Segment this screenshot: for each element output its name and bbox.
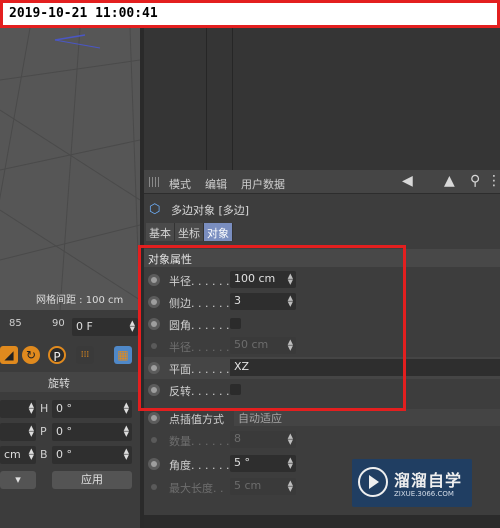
watermark-brand: 溜溜自学: [394, 471, 463, 490]
stepper-icon[interactable]: ▲ ▼: [29, 448, 34, 461]
coord-left-field[interactable]: ▲ ▼: [0, 400, 36, 418]
max-length-value: 5 cm: [234, 479, 262, 492]
rotation-b-value: 0 °: [56, 448, 72, 461]
coord-row-p: ▲ ▼ P 0 ° ▲ ▼: [0, 422, 140, 442]
angle-value: 5 °: [234, 456, 250, 469]
rotation-b-field[interactable]: 0 ° ▲ ▼: [52, 446, 132, 464]
cm-unit: cm: [4, 448, 21, 461]
row-count: 数量. . . . . . 8 ▲ ▼: [144, 429, 500, 451]
chevron-down-icon: ▾: [15, 473, 21, 486]
angle-field[interactable]: 5 ° ▲ ▼: [230, 455, 296, 472]
count-label: 数量. . . . . .: [169, 435, 230, 448]
autokey-icon[interactable]: ↻: [22, 346, 40, 364]
animate-dot-icon: [148, 434, 160, 446]
stepper-icon[interactable]: ▲ ▼: [29, 425, 34, 438]
coords-header: 旋转: [0, 372, 140, 392]
stepper-icon[interactable]: ▲ ▼: [124, 425, 129, 438]
highlight-box: [138, 245, 406, 411]
tick-90: 90: [52, 318, 65, 329]
apply-button[interactable]: 应用: [52, 471, 132, 489]
status-strip: [144, 515, 500, 528]
tick-85: 85: [9, 318, 22, 329]
interpolation-label: 点插值方式: [169, 413, 224, 426]
polygon-object-icon: ⬡: [149, 202, 161, 217]
column-divider: [206, 28, 207, 170]
stepper-icon[interactable]: ▲ ▼: [124, 402, 129, 415]
stepper-icon[interactable]: ▲ ▼: [124, 448, 129, 461]
coord-left-field[interactable]: cm ▲ ▼: [0, 446, 36, 464]
tab-basic[interactable]: 基本: [146, 223, 175, 241]
max-length-label: 最大长度. .: [169, 482, 224, 495]
dots-grid-icon[interactable]: ⁞⁞⁞: [76, 346, 94, 364]
count-value: 8: [234, 432, 241, 445]
animate-dot-icon[interactable]: [148, 458, 160, 470]
panel-grip-icon[interactable]: [149, 177, 161, 187]
grid-spacing-label: 网格间距 : 100 cm: [36, 295, 124, 306]
attribute-menu-bar: 模式 编辑 用户数据 ◀ ▲ ⚲ ⋮: [144, 170, 500, 194]
max-length-field: 5 cm ▲ ▼: [230, 478, 296, 495]
point-level-icon[interactable]: P: [48, 346, 66, 364]
timestamp-banner: 2019-10-21 11:00:41: [0, 0, 500, 28]
film-icon[interactable]: ▦: [114, 346, 132, 364]
object-manager-panel: [144, 28, 500, 170]
coord-mode-dropdown[interactable]: ▾: [0, 471, 36, 489]
axis-b-label: B: [40, 448, 48, 461]
search-icon[interactable]: ⚲: [470, 173, 480, 189]
animate-dot-icon: [148, 481, 160, 493]
interpolation-select[interactable]: 自动适应: [234, 409, 500, 426]
menu-user-data[interactable]: 用户数据: [241, 176, 285, 192]
menu-mode[interactable]: 模式: [169, 176, 191, 192]
tab-coord[interactable]: 坐标: [175, 223, 204, 241]
coord-row-b: cm ▲ ▼ B 0 ° ▲ ▼: [0, 445, 140, 465]
rotation-label: 旋转: [48, 377, 70, 390]
coord-left-field[interactable]: ▲ ▼: [0, 423, 36, 441]
back-arrow-icon[interactable]: ◀: [402, 173, 413, 189]
watermark-url: ZIXUE.3066.COM: [394, 490, 454, 498]
column-divider: [232, 28, 233, 170]
stepper-icon[interactable]: ▲ ▼: [29, 402, 34, 415]
count-field: 8 ▲ ▼: [230, 431, 296, 448]
tab-object[interactable]: 对象: [204, 223, 233, 241]
axis-p-label: P: [40, 425, 47, 438]
stepper-icon[interactable]: ▲ ▼: [288, 457, 293, 470]
watermark: 溜溜自学 ZIXUE.3066.COM: [352, 459, 472, 507]
lock-icon[interactable]: ⋮: [487, 173, 500, 189]
frame-value: 0 F: [76, 320, 93, 333]
object-title: ⬡ 多边对象 [多边]: [144, 198, 500, 218]
menu-edit[interactable]: 编辑: [205, 176, 227, 192]
frame-field[interactable]: 0 F ▲ ▼: [72, 318, 138, 336]
viewport-grid: [0, 27, 140, 310]
play-logo-icon: [358, 467, 388, 497]
rotation-h-value: 0 °: [56, 402, 72, 415]
pointer-up-icon[interactable]: ▲: [444, 173, 455, 189]
angle-label: 角度. . . . . .: [169, 459, 230, 472]
rotation-h-field[interactable]: 0 ° ▲ ▼: [52, 400, 132, 418]
stepper-icon: ▲ ▼: [287, 479, 293, 493]
animate-dot-icon[interactable]: [148, 412, 160, 424]
axis-h-label: H: [40, 402, 49, 415]
stepper-icon: ▲ ▼: [287, 432, 293, 446]
rotation-p-value: 0 °: [56, 425, 72, 438]
keyframe-icon[interactable]: ◢: [0, 346, 18, 364]
stepper-icon[interactable]: ▲ ▼: [130, 320, 135, 333]
coord-row-h: ▲ ▼ H 0 ° ▲ ▼: [0, 399, 140, 419]
attribute-tabs: 基本 坐标 对象: [146, 223, 233, 241]
rotation-p-field[interactable]: 0 ° ▲ ▼: [52, 423, 132, 441]
3d-viewport[interactable]: 网格间距 : 100 cm: [0, 0, 140, 310]
timeline-coordinates-panel: 85 90 0 F ▲ ▼ ◢ ↻ P ⁞⁞⁞ ▦ 旋转 ▲ ▼ H 0 ° ▲ ▼ ▲ ▼…: [0, 310, 140, 528]
object-name: 多边对象 [多边]: [171, 204, 250, 217]
